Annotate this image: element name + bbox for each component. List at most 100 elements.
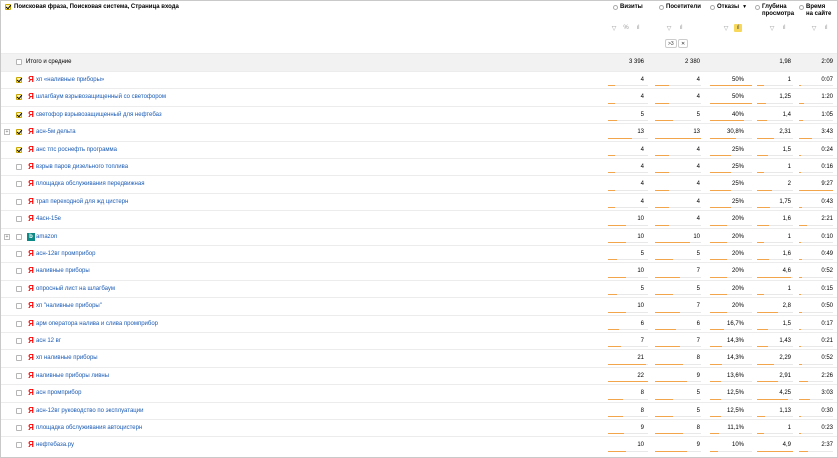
search-phrase-link[interactable]: анс тпс роснефть программа (36, 147, 117, 153)
row-checkbox[interactable] (16, 233, 22, 240)
table-row[interactable]: Яплощадка обслуживания передвижная 4 4 25% 2… (1, 175, 837, 192)
search-phrase-link[interactable]: 4асн-15е (36, 216, 61, 222)
table-row[interactable]: Яасн 12 вг 7 7 14,3% 1,43 0:21 (1, 332, 837, 349)
search-phrase-link[interactable]: наливные приборы ливны (36, 373, 109, 379)
search-phrase-link[interactable]: асн-5м дельта (36, 129, 76, 135)
filter-icon[interactable]: ▽ (610, 24, 618, 32)
time-radio[interactable] (799, 5, 804, 10)
filter-chip-close[interactable]: ✕ (678, 39, 689, 48)
percent-icon[interactable]: % (622, 24, 630, 32)
search-phrase-link[interactable]: площадка обслуживания передвижная (36, 181, 144, 187)
row-checkbox[interactable] (16, 164, 22, 170)
row-checkbox[interactable] (16, 320, 22, 327)
row-checkbox[interactable] (16, 268, 22, 275)
search-phrase-link[interactable]: наливные приборы (36, 268, 90, 274)
row-checkbox[interactable] (16, 198, 22, 205)
table-row[interactable]: Ятрап переходной для жд цистерн 4 4 25% 1,75… (1, 192, 837, 210)
table-row[interactable]: Яанс тпс роснефть программа 4 4 25% 1,5 0:24 (1, 140, 837, 158)
search-phrase-link[interactable]: асн промприбор (36, 390, 81, 396)
table-row[interactable]: Яасн-12вг руководство по эксплуатации 8 5 1… (1, 401, 837, 419)
search-phrase-link[interactable]: светофор взрывозащищенный для нефтебаз (36, 112, 162, 118)
search-phrase-link[interactable]: хп "наливные приборы" (36, 303, 102, 309)
column-visits-header[interactable]: Визиты (613, 4, 643, 11)
table-row[interactable]: Яхп наливные приборы 21 8 14,3% 2,29 0:52 (1, 349, 837, 366)
table-row[interactable]: Яасн-12вг промприбор 5 5 20% 1,6 0:49 (1, 245, 837, 262)
table-row[interactable]: Яхп "наливные приборы" 10 7 20% 2,8 0:50 (1, 297, 837, 314)
row-checkbox[interactable] (16, 251, 22, 257)
visitors-radio[interactable] (659, 5, 664, 10)
search-phrase-link[interactable]: опросный лист на шлагбаум (36, 286, 115, 292)
row-checkbox[interactable] (16, 129, 22, 136)
column-time-header[interactable]: Время на сайте (799, 4, 831, 18)
expand-row-icon[interactable]: + (4, 129, 10, 136)
bar-chart-icon[interactable]: ıl (822, 24, 830, 32)
bar-chart-icon[interactable]: ıl (677, 24, 685, 32)
table-row[interactable]: Яарм оператора налива и слива промприбор… (1, 314, 837, 332)
search-phrase-link[interactable]: нефтебаза.ру (36, 442, 74, 448)
visits-radio[interactable] (613, 5, 618, 10)
depth-radio[interactable] (755, 5, 760, 10)
table-row[interactable]: Янефтебаза.ру 10 9 10% 4,9 2:37 (1, 436, 837, 453)
grouping-header[interactable]: Поисковая фраза, Поисковая система, Стра… (5, 4, 179, 10)
search-phrase-link[interactable]: трап переходной для жд цистерн (36, 199, 128, 205)
search-phrase-link[interactable]: асн 12 вг (36, 338, 61, 344)
row-checkbox[interactable] (16, 146, 22, 153)
close-icon[interactable]: ✕ (681, 41, 685, 47)
column-visitors-header[interactable]: Посетители (659, 4, 701, 11)
filter-icon[interactable]: ▽ (665, 24, 673, 32)
table-row[interactable]: Яопросный лист на шлагбаум 5 5 20% 1 0:15 (1, 279, 837, 297)
select-all-checkbox[interactable] (5, 4, 11, 10)
bar-chart-icon[interactable]: ıl (780, 24, 788, 32)
table-row[interactable]: Яхп «наливные приборы» 4 4 50% 1 0:07 (1, 71, 837, 88)
table-row[interactable]: Ясветофор взрывозащищенный для нефтебаз 5… (1, 105, 837, 123)
table-row[interactable]: Яплощадка обслуживания автоцистерн 9 8 11,1… (1, 419, 837, 436)
cell-bounce: 16,7% (726, 320, 744, 327)
row-checkbox[interactable] (16, 372, 22, 379)
search-phrase-link[interactable]: площадка обслуживания автоцистерн (36, 425, 142, 431)
row-checkbox[interactable] (16, 94, 22, 101)
filter-chip[interactable]: >3 (665, 39, 677, 48)
row-checkbox[interactable] (16, 77, 22, 83)
row-checkbox[interactable] (16, 407, 22, 414)
table-row[interactable]: + b amazon 10 10 20% 1 0:10 (1, 227, 837, 245)
row-checkbox[interactable] (16, 303, 22, 310)
row-checkbox[interactable] (16, 59, 22, 65)
search-phrase-link[interactable]: асн-12вг руководство по эксплуатации (36, 408, 143, 414)
table-row[interactable]: Яналивные приборы ливны 22 9 13,6% 2,91 2:26 (1, 366, 837, 384)
search-phrase-link[interactable]: арм оператора налива и слива промприбор (36, 321, 158, 327)
table-row[interactable]: Явзрыв паров дизельного топлива 4 4 25% 1 0:1… (1, 158, 837, 175)
expand-row-icon[interactable]: + (4, 233, 10, 240)
bar-chart-icon[interactable]: ıl (634, 24, 642, 32)
table-row[interactable]: Яналивные приборы 10 7 20% 4,6 0:52 (1, 262, 837, 279)
search-phrase-link[interactable]: хп «наливные приборы» (36, 77, 104, 83)
table-row[interactable]: Я 4асн-15е 10 4 20% 1,6 2:21 (1, 210, 837, 227)
cell-visitors: 7 (696, 268, 700, 275)
column-bounce-header[interactable]: Отказы ▼ (710, 4, 747, 11)
row-checkbox[interactable] (16, 338, 22, 344)
row-checkbox[interactable] (16, 425, 22, 431)
bar-bounce (710, 433, 720, 435)
column-depth-header[interactable]: Глубина просмотра (755, 4, 794, 18)
row-checkbox[interactable] (16, 285, 22, 292)
search-phrase-link[interactable]: асн-12вг промприбор (36, 251, 95, 257)
table-row[interactable]: + Яасн-5м дельта 13 13 30,8% 2,31 3:43 (1, 123, 837, 140)
table-row[interactable]: Яасн промприбор 8 5 12,5% 4,25 3:03 (1, 384, 837, 401)
bar-chart-icon[interactable]: ıl (734, 24, 742, 32)
row-checkbox[interactable] (16, 216, 22, 223)
filter-icon[interactable]: ▽ (768, 24, 776, 32)
row-checkbox[interactable] (16, 442, 22, 449)
table-row[interactable]: Яшлагбаум взрывозащищенный со светофором… (1, 88, 837, 105)
sort-desc-icon[interactable]: ▼ (742, 4, 747, 11)
search-phrase-link[interactable]: шлагбаум взрывозащищенный со светофором (36, 94, 166, 100)
row-checkbox[interactable] (16, 111, 22, 118)
bounce-radio[interactable] (710, 5, 715, 10)
search-phrase-link[interactable]: amazon (36, 234, 57, 240)
row-checkbox[interactable] (16, 355, 22, 362)
filter-icon[interactable]: ▽ (722, 24, 730, 32)
row-checkbox[interactable] (16, 181, 22, 188)
filter-icon[interactable]: ▽ (810, 24, 818, 32)
row-checkbox[interactable] (16, 390, 22, 397)
search-phrase-link[interactable]: хп наливные приборы (36, 355, 98, 361)
bar-time (799, 398, 810, 400)
search-phrase-link[interactable]: взрыв паров дизельного топлива (36, 164, 128, 170)
